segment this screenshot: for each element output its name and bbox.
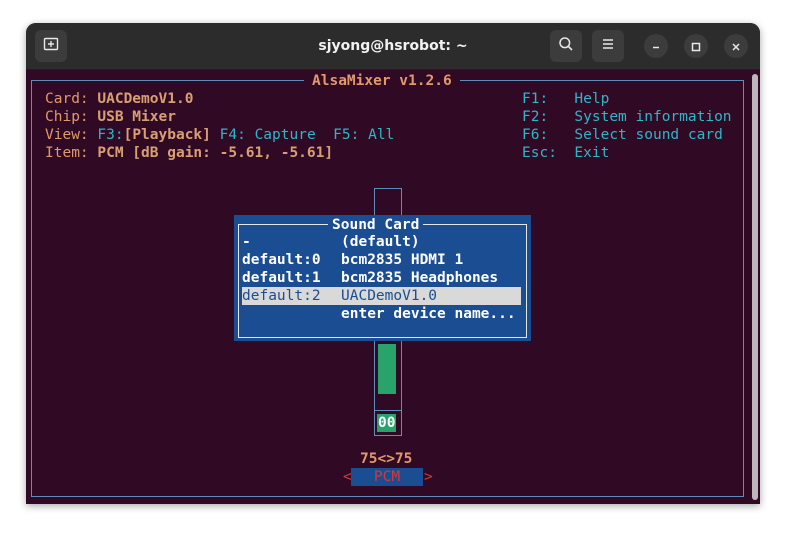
key-help-f1: F1: Help bbox=[522, 90, 609, 108]
sound-card-dialog-title: Sound Card bbox=[328, 216, 424, 234]
sound-card-item-id: - bbox=[242, 234, 251, 250]
search-button[interactable] bbox=[550, 30, 582, 62]
sound-card-item-id[interactable]: default:1 bbox=[242, 269, 321, 287]
key-esc: Esc: bbox=[522, 145, 557, 161]
pcm-fader-fill bbox=[378, 344, 396, 394]
view-all[interactable]: All bbox=[368, 127, 394, 143]
search-icon bbox=[558, 36, 574, 56]
close-button[interactable] bbox=[724, 34, 748, 58]
hamburger-menu-icon bbox=[600, 36, 616, 56]
view-f5: F5: bbox=[333, 127, 360, 143]
new-tab-button[interactable] bbox=[35, 30, 67, 62]
sound-card-item-id[interactable]: default:0 bbox=[242, 251, 321, 269]
view-label: View: bbox=[45, 127, 89, 143]
chip-label: Chip: bbox=[45, 109, 89, 125]
view-playback[interactable]: [Playback] bbox=[124, 127, 211, 143]
sound-card-item-name[interactable]: (default) bbox=[341, 233, 420, 251]
pcm-right-arrow: > bbox=[424, 469, 433, 485]
key-esc-desc: Exit bbox=[574, 145, 610, 161]
sound-card-enter-device[interactable]: enter device name... bbox=[341, 305, 516, 323]
view-f4: F4: bbox=[219, 127, 246, 143]
key-f1-desc: Help bbox=[574, 91, 610, 107]
chip-value: USB Mixer bbox=[97, 109, 176, 125]
item-value: PCM [dB gain: -5.61, -5.61] bbox=[97, 145, 334, 161]
fader-divider bbox=[374, 410, 402, 411]
terminal-scrollbar-thumb[interactable] bbox=[752, 74, 758, 500]
sound-card-item-name[interactable]: bcm2835 Headphones bbox=[341, 269, 498, 287]
sound-card-dialog: Sound Card - (default) default:0 bcm2835… bbox=[234, 215, 531, 341]
key-f2: F2: bbox=[522, 109, 549, 125]
card-label: Card: bbox=[45, 91, 89, 107]
key-f6: F6: bbox=[522, 127, 549, 143]
terminal-window: sjyong@hsrobot: ~ AlsaMixer v1.2.6 Card:… bbox=[26, 23, 760, 504]
sound-card-item-name[interactable]: bcm2835 HDMI 1 bbox=[341, 251, 463, 269]
key-f2-desc: System information bbox=[574, 109, 732, 125]
terminal-scrollbar[interactable] bbox=[752, 74, 758, 500]
maximize-icon bbox=[691, 37, 701, 56]
card-value: UACDemoV1.0 bbox=[97, 91, 194, 107]
chip-line: Chip: USB Mixer bbox=[45, 108, 176, 126]
item-label: Item: bbox=[45, 145, 89, 161]
minimize-icon bbox=[651, 37, 661, 56]
sound-card-selected-row[interactable]: default:2 UACDemoV1.0 bbox=[242, 287, 521, 305]
sound-card-item-name: UACDemoV1.0 bbox=[341, 288, 438, 304]
key-f1: F1: bbox=[522, 91, 549, 107]
new-tab-icon bbox=[43, 36, 59, 56]
view-line: View: F3:[Playback] F4: Capture F5: All bbox=[45, 126, 394, 144]
maximize-button[interactable] bbox=[684, 34, 708, 58]
item-line: Item: PCM [dB gain: -5.61, -5.61] bbox=[45, 144, 333, 162]
view-f3: F3: bbox=[97, 127, 124, 143]
minimize-button[interactable] bbox=[644, 34, 668, 58]
sound-card-item[interactable]: - bbox=[242, 233, 251, 251]
view-capture[interactable]: Capture bbox=[255, 127, 316, 143]
menu-button[interactable] bbox=[592, 30, 624, 62]
card-line: Card: UACDemoV1.0 bbox=[45, 90, 193, 108]
sound-card-item-id: default:2 bbox=[242, 288, 321, 304]
key-help-f6: F6: Select sound card bbox=[522, 126, 723, 144]
title-bar: sjyong@hsrobot: ~ bbox=[26, 23, 760, 70]
key-f6-desc: Select sound card bbox=[574, 127, 723, 143]
pcm-volume-text: 75<>75 bbox=[360, 451, 413, 467]
alsamixer-title: AlsaMixer v1.2.6 bbox=[304, 72, 460, 90]
pcm-level-readout: 00 bbox=[377, 414, 397, 432]
pcm-control-name[interactable]: PCM bbox=[351, 468, 423, 486]
key-help-f2: F2: System information bbox=[522, 108, 732, 126]
terminal-area[interactable]: AlsaMixer v1.2.6 Card: UACDemoV1.0 Chip:… bbox=[26, 70, 760, 504]
close-icon bbox=[731, 37, 741, 56]
key-help-esc: Esc: Exit bbox=[522, 144, 609, 162]
